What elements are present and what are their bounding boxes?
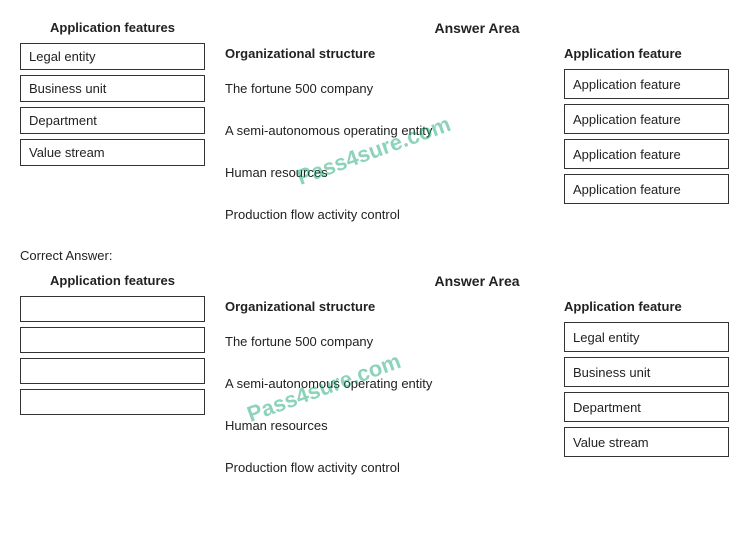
app-answer-2-3: Value stream bbox=[564, 427, 729, 457]
app-answer-1-0: Application feature bbox=[564, 69, 729, 99]
app-col-1: Application feature Application feature … bbox=[564, 46, 729, 233]
org-col-1: Organizational structure Pass4sure.com T… bbox=[225, 46, 554, 233]
app-col-header-1: Application feature bbox=[564, 46, 729, 61]
org-row-2-1: A semi-autonomous operating entity bbox=[225, 364, 554, 402]
org-col-header-1: Organizational structure bbox=[225, 46, 554, 61]
left-panel-2: Application features bbox=[20, 273, 205, 486]
org-col-2: Organizational structure Pass4sure.com T… bbox=[225, 299, 554, 486]
org-row-2-3: Production flow activity control bbox=[225, 448, 554, 486]
org-row-1-0: The fortune 500 company bbox=[225, 69, 554, 107]
app-answer-1-3: Application feature bbox=[564, 174, 729, 204]
org-row-1-3: Production flow activity control bbox=[225, 195, 554, 233]
answer-area-title-2: Answer Area bbox=[225, 273, 729, 289]
org-row-2-2: Human resources bbox=[225, 406, 554, 444]
org-rows-1: Pass4sure.com The fortune 500 company A … bbox=[225, 69, 554, 233]
correct-answer-label: Correct Answer: bbox=[20, 248, 729, 263]
answer-columns-2: Organizational structure Pass4sure.com T… bbox=[225, 299, 729, 486]
app-answer-2-2: Department bbox=[564, 392, 729, 422]
org-row-2-0: The fortune 500 company bbox=[225, 322, 554, 360]
feature-item-1-0: Legal entity bbox=[20, 43, 205, 70]
answer-area-2: Answer Area Organizational structure Pas… bbox=[225, 273, 729, 486]
app-answer-1-1: Application feature bbox=[564, 104, 729, 134]
app-col-header-2: Application feature bbox=[564, 299, 729, 314]
answer-area-title-1: Answer Area bbox=[225, 20, 729, 36]
section1: Application features Legal entity Busine… bbox=[20, 20, 729, 233]
feature-item-1-3: Value stream bbox=[20, 139, 205, 166]
answer-columns-1: Organizational structure Pass4sure.com T… bbox=[225, 46, 729, 233]
feature-item-2-2 bbox=[20, 358, 205, 384]
feature-item-1-2: Department bbox=[20, 107, 205, 134]
org-rows-2: Pass4sure.com The fortune 500 company A … bbox=[225, 322, 554, 486]
org-row-1-1: A semi-autonomous operating entity bbox=[225, 111, 554, 149]
section2: Application features Answer Area Organiz… bbox=[20, 273, 729, 486]
org-col-header-2: Organizational structure bbox=[225, 299, 554, 314]
app-answer-2-0: Legal entity bbox=[564, 322, 729, 352]
feature-item-2-0 bbox=[20, 296, 205, 322]
feature-item-2-1 bbox=[20, 327, 205, 353]
app-col-2: Application feature Legal entity Busines… bbox=[564, 299, 729, 486]
left-panel-1: Application features Legal entity Busine… bbox=[20, 20, 205, 233]
left-panel-title-1: Application features bbox=[20, 20, 205, 35]
left-panel-title-2: Application features bbox=[20, 273, 205, 288]
feature-item-2-3 bbox=[20, 389, 205, 415]
feature-item-1-1: Business unit bbox=[20, 75, 205, 102]
app-answer-2-1: Business unit bbox=[564, 357, 729, 387]
app-answer-1-2: Application feature bbox=[564, 139, 729, 169]
answer-area-1: Answer Area Organizational structure Pas… bbox=[225, 20, 729, 233]
org-row-1-2: Human resources bbox=[225, 153, 554, 191]
